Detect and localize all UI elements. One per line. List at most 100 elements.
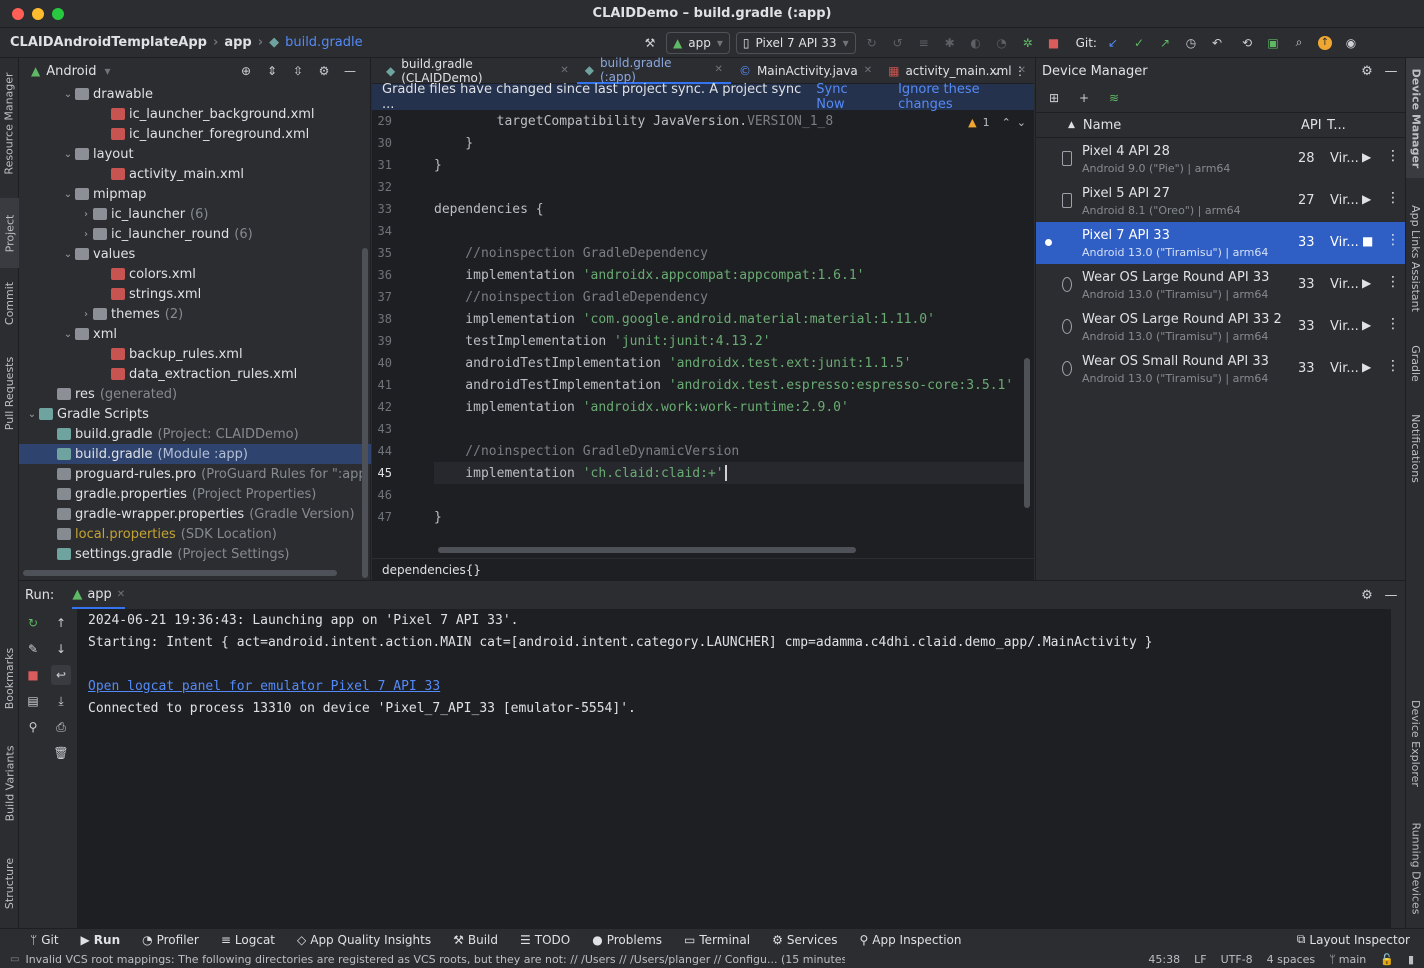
line-number[interactable]: 36 <box>372 264 392 286</box>
tree-node[interactable]: ⌄ values <box>19 244 371 264</box>
line-number[interactable]: 30 <box>372 132 392 154</box>
tree-node[interactable]: › ic_launcher_round (6) <box>19 224 371 244</box>
more-vertical-icon[interactable]: ⋮ <box>1386 316 1400 332</box>
tree-node[interactable]: activity_main.xml <box>19 164 371 184</box>
line-number[interactable]: 33 <box>372 198 392 220</box>
line-number[interactable]: 37 <box>372 286 392 308</box>
close-icon[interactable]: ✕ <box>715 64 723 75</box>
line-number[interactable]: 46 <box>372 484 392 506</box>
logcat-link[interactable]: Open logcat panel for emulator Pixel 7 A… <box>88 679 440 694</box>
close-window-button[interactable] <box>12 7 24 20</box>
coverage-icon[interactable]: ◔ <box>992 33 1012 53</box>
tree-node[interactable]: data_extraction_rules.xml <box>19 364 371 384</box>
tree-node[interactable]: gradle-wrapper.properties (Gradle Version… <box>19 504 371 524</box>
device-row[interactable]: Pixel 5 API 27 Android 8.1 ("Oreo") | arm… <box>1036 180 1405 222</box>
tree-node[interactable]: build.gradle (Project: CLAIDDemo) <box>19 424 371 444</box>
tab-commit[interactable]: Commit <box>0 273 19 333</box>
scrollbar-horizontal[interactable] <box>23 570 337 576</box>
chevron-right-icon[interactable]: › <box>79 229 93 240</box>
line-number[interactable]: 31 <box>372 154 392 176</box>
editor-tab[interactable]: ◆ build.gradle (:app) ✕ <box>576 56 731 84</box>
hide-icon[interactable]: — <box>340 61 360 81</box>
more-vertical-icon[interactable]: ⋮ <box>1386 148 1400 164</box>
tool-run[interactable]: ▶ Run <box>81 933 121 947</box>
profile-icon[interactable]: ◐ <box>966 33 986 53</box>
editor-hscrollbar[interactable] <box>438 547 856 553</box>
prev-highlight-icon[interactable]: ⌃ <box>1002 116 1011 129</box>
tab-project[interactable]: Project <box>0 198 19 268</box>
gear-icon[interactable]: ⚙ <box>1357 61 1377 81</box>
tab-pull-requests[interactable]: Pull Requests <box>0 348 19 438</box>
tab-running-devices[interactable]: Running Devices <box>1406 813 1424 923</box>
down-arrow-icon[interactable]: ↓ <box>51 639 71 659</box>
device-row[interactable]: Wear OS Large Round API 33 Android 13.0 (… <box>1036 264 1405 306</box>
git-commit-icon[interactable]: ✓ <box>1129 33 1149 53</box>
line-number[interactable]: 35 <box>372 242 392 264</box>
chevron-right-icon[interactable]: › <box>79 309 93 320</box>
close-icon[interactable]: ✕ <box>117 589 125 600</box>
tab-device-manager[interactable]: Device Manager <box>1406 58 1424 178</box>
tool-terminal[interactable]: ▭ Terminal <box>684 933 750 947</box>
tree-node[interactable]: ⌄ xml <box>19 324 371 344</box>
add-device-icon[interactable]: + <box>1074 88 1094 108</box>
col-type[interactable]: T... <box>1327 118 1346 133</box>
more-vertical-icon[interactable]: ⋮ <box>1386 190 1400 206</box>
more-vertical-icon[interactable]: ⋮ <box>1386 232 1400 248</box>
line-number[interactable]: 29 <box>372 110 392 132</box>
col-api[interactable]: API <box>1301 118 1322 133</box>
tool-git[interactable]: ᛘ Git <box>30 933 59 947</box>
more-vertical-icon[interactable]: ⋮ <box>1386 274 1400 290</box>
chevron-down-icon[interactable]: ⌄ <box>61 249 75 260</box>
tree-node[interactable]: › themes (2) <box>19 304 371 324</box>
tab-structure[interactable]: Structure <box>0 848 19 918</box>
device-manager-icon[interactable]: ▣ <box>1263 33 1283 53</box>
minimize-window-button[interactable] <box>32 7 44 20</box>
line-number[interactable]: 41 <box>372 374 392 396</box>
device-select[interactable]: ▯ Pixel 7 API 33 ▾ <box>735 31 856 54</box>
play-icon[interactable]: ▶ <box>1362 192 1371 206</box>
layout-inspector-button[interactable]: ⧉ Layout Inspector <box>1297 932 1410 947</box>
file-encoding[interactable]: UTF-8 <box>1221 953 1253 966</box>
run-console[interactable]: 2024-06-21 19:36:43: Launching app on 'P… <box>77 609 1391 929</box>
tree-node[interactable]: colors.xml <box>19 264 371 284</box>
git-update-icon[interactable]: ↙ <box>1103 33 1123 53</box>
expand-all-icon[interactable]: ⇕ <box>262 61 282 81</box>
editor-tab[interactable]: ◆ build.gradle (CLAIDDemo) ✕ <box>378 57 577 85</box>
print-icon[interactable]: ⎙ <box>51 717 71 737</box>
run-tab-app[interactable]: ▲ app ✕ <box>72 581 126 609</box>
tab-resource-manager[interactable]: Resource Manager <box>0 58 19 188</box>
debug-icon[interactable]: ✱ <box>940 33 960 53</box>
breadcrumb-module[interactable]: app <box>224 35 251 50</box>
grid-icon[interactable]: ⊞ <box>1044 88 1064 108</box>
tree-node[interactable]: build.gradle (Module :app) <box>19 444 371 464</box>
play-icon[interactable]: ▶ <box>1362 318 1371 332</box>
line-number[interactable]: 39 <box>372 330 392 352</box>
tab-device-explorer[interactable]: Device Explorer <box>1406 688 1424 798</box>
tree-node[interactable]: local.properties (SDK Location) <box>19 524 371 544</box>
history-icon[interactable]: ◷ <box>1181 33 1201 53</box>
chevron-right-icon[interactable]: › <box>79 209 93 220</box>
tree-node[interactable]: ic_launcher_background.xml <box>19 104 371 124</box>
chevron-down-icon[interactable]: ⌄ <box>25 409 39 420</box>
device-row[interactable]: Wear OS Large Round API 33 2 Android 13.0… <box>1036 306 1405 348</box>
code-area[interactable]: targetCompatibility JavaVersion. VERSION_… <box>434 110 1024 528</box>
stop-icon[interactable]: ■ <box>1044 33 1064 53</box>
collapse-all-icon[interactable]: ⇳ <box>288 61 308 81</box>
tool-profiler[interactable]: ◔ Profiler <box>142 933 199 947</box>
sort-asc-icon[interactable]: ▲ <box>1068 120 1075 130</box>
inspection-widget[interactable]: ▲ 1 ⌃ ⌄ <box>968 116 1026 129</box>
chevron-down-icon[interactable]: ⌄ <box>61 149 75 160</box>
more-vertical-icon[interactable]: ⋮ <box>1010 61 1030 81</box>
code-breadcrumb[interactable]: dependencies{} <box>372 558 1034 580</box>
tab-gradle[interactable]: Gradle <box>1406 333 1424 393</box>
rerun-icon[interactable]: ↻ <box>862 33 882 53</box>
wifi-pair-icon[interactable]: ≋ <box>1104 88 1124 108</box>
locate-icon[interactable]: ⊕ <box>236 61 256 81</box>
gradle-sync-icon[interactable]: ⟲ <box>1237 33 1257 53</box>
indent-setting[interactable]: 4 spaces <box>1267 953 1316 966</box>
line-number[interactable]: 43 <box>372 418 392 440</box>
tool-logcat[interactable]: ≡ Logcat <box>221 933 275 947</box>
trash-icon[interactable]: 🗑 <box>51 743 71 763</box>
ignore-changes-link[interactable]: Ignore these changes <box>898 82 1034 112</box>
sync-now-link[interactable]: Sync Now <box>816 82 878 112</box>
